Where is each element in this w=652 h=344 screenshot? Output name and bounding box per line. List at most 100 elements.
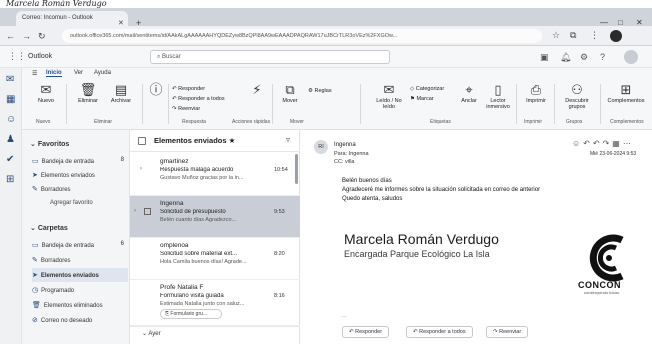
message-list: Elementos enviados ★ ▿ › gmartinez Respu…	[130, 130, 300, 344]
delete-button[interactable]: 🗑︎ Eliminar	[74, 82, 102, 104]
star-icon[interactable]: ☆	[552, 30, 560, 41]
bell-icon[interactable]: 🔔︎	[560, 52, 571, 63]
ribbon-menu-icon[interactable]: ☰	[32, 70, 37, 77]
browser-tabbar: Correo: Incomun - Outlook ✕ + — □ ✕	[0, 8, 652, 28]
quick-step-button[interactable]: ⚡	[248, 82, 266, 98]
filter-icon[interactable]: ▿	[286, 135, 290, 144]
chevron-right-icon[interactable]: ›	[134, 208, 136, 214]
select-all-checkbox[interactable]	[138, 137, 146, 145]
ribbon-separator	[516, 84, 517, 124]
reply-button[interactable]: ↶ Responder	[342, 326, 390, 338]
message-sender: omplenoa	[160, 242, 189, 249]
message-preview: Belén cuanto días Agradezco...	[160, 217, 237, 223]
group-print-label: Imprimir	[524, 119, 543, 125]
print-button[interactable]: ⎙ Imprimir	[522, 82, 550, 104]
new-mail-icon: ✉	[40, 82, 52, 97]
folder-item-drafts[interactable]: ✎ Borradores	[32, 253, 128, 267]
ribbon: ✉ Nuevo Nuevo 🗑︎ Eliminar ▤ Archivar Elimin…	[22, 80, 652, 130]
back-icon[interactable]: ←	[6, 31, 15, 41]
star-icon[interactable]: ★	[229, 136, 236, 145]
forward-button[interactable]: ↷ Reenviar	[486, 326, 529, 338]
sender-name[interactable]: Ingenna	[334, 142, 356, 148]
addins-button[interactable]: ⊞ Complementos	[606, 82, 646, 104]
tab-inicio[interactable]: Inicio	[46, 70, 62, 77]
help-icon[interactable]: ?	[600, 52, 605, 62]
chevron-right-icon[interactable]: ›	[140, 166, 142, 172]
group-new-label: Nuevo	[36, 119, 51, 125]
move-button[interactable]: ⧉ Mover	[278, 82, 302, 104]
folder-item-junk[interactable]: ⊘ Correo no deseado	[32, 313, 128, 327]
favorite-item-sent[interactable]: ➤ Elementos enviados	[32, 168, 128, 182]
menu-icon[interactable]: ⋮	[590, 30, 599, 41]
teams-icon[interactable]: ▣	[540, 52, 549, 63]
folders-header[interactable]: ⌄ Carpetas	[30, 224, 68, 232]
report-icon[interactable]: ⓘ	[148, 82, 164, 98]
people-icon[interactable]: ☺	[6, 114, 16, 125]
new-mail-button[interactable]: ✉ Nuevo	[32, 82, 60, 104]
todo-icon[interactable]: ✔	[6, 154, 14, 165]
read-unread-button[interactable]: ✉ Leído / No leído	[374, 82, 404, 110]
message-time: 9:53	[274, 209, 285, 215]
group-quick-label: Acciones rápidas	[232, 119, 271, 125]
emoji-icon[interactable]: ☺	[572, 139, 583, 148]
favorites-header[interactable]: ⌄ Favoritos	[30, 140, 69, 148]
group-delete-label: Eliminar	[94, 119, 113, 125]
forward-icon[interactable]: ↷	[603, 139, 613, 148]
folder-item-deleted[interactable]: 🗑︎ Elementos eliminados	[32, 298, 128, 312]
message-checkbox[interactable]	[144, 208, 151, 215]
reload-icon[interactable]: ↻	[38, 31, 46, 42]
list-item[interactable]: › Ingenna Solicitud de presupuesto 9:53 …	[130, 196, 300, 238]
user-avatar[interactable]	[624, 50, 638, 64]
folder-item-inbox[interactable]: ▭ Bandeja de entrada 6	[32, 238, 128, 252]
signature-role: Encargada Parque Ecológico La Isla	[344, 249, 490, 259]
categorize-button[interactable]: ◇ Categorizar	[410, 86, 444, 92]
forward-icon[interactable]: →	[22, 31, 31, 41]
app-launcher-icon[interactable]: ⋮⋮	[8, 51, 26, 62]
reading-pane: RI Ingenna Para: Ingenna CC: villa ☺↶↶↷▦…	[300, 130, 652, 344]
message-sender: Profe Natalia F	[160, 284, 204, 291]
grid-icon[interactable]: ▦	[612, 139, 623, 148]
inbox-icon: ▭	[32, 158, 39, 165]
forward-button[interactable]: ↷ Reenviar	[172, 106, 200, 112]
discover-groups-button[interactable]: ⚇ Descubrir grupos	[560, 82, 594, 110]
reply-all-button[interactable]: ↶ Responder a todos	[172, 96, 225, 102]
tab-ver[interactable]: Ver	[74, 70, 83, 76]
profile-avatar[interactable]	[610, 30, 622, 42]
group-header[interactable]: ⌄ Ayer	[130, 326, 300, 340]
reply-button[interactable]: ↶ Responder	[172, 86, 205, 92]
tab-ayuda[interactable]: Ayuda	[94, 70, 111, 76]
reply-icon[interactable]: ↶	[583, 139, 593, 148]
list-item[interactable]: › gmartinez Respuesta malaga acuerdo 10:…	[130, 154, 300, 196]
search-input[interactable]: ⌕ Buscar	[150, 50, 390, 64]
handwritten-caption: Marcela Román Verdugo	[6, 0, 107, 8]
browser-tab[interactable]: Correo: Incomun - Outlook	[16, 11, 128, 26]
reply-all-button[interactable]: ↶ Responder a todos	[406, 326, 473, 338]
url-field[interactable]: outlook.office365.com/mail/sentitems/id/…	[62, 29, 542, 43]
gear-icon[interactable]: ⚙	[580, 52, 588, 63]
attachment-chip[interactable]: ⎘ Formulario gru...	[160, 309, 222, 319]
logo-wordmark: CONCÓN	[578, 280, 621, 290]
quick-step-icon: ⚡	[252, 82, 262, 97]
favorite-item-drafts[interactable]: ✎ Borradores	[32, 182, 128, 196]
more-icon[interactable]: ⋯	[623, 139, 634, 148]
apps-icon[interactable]: ⊞	[6, 174, 14, 185]
show-more-ellipsis[interactable]: ...	[342, 313, 346, 319]
group-move-label: Mover	[290, 119, 304, 125]
pin-button[interactable]: ⌖ Anclar	[458, 82, 480, 104]
favorite-item-inbox[interactable]: ▭ Bandeja de entrada 8	[32, 154, 128, 168]
mail-icon[interactable]: ✉	[6, 74, 14, 85]
calendar-icon[interactable]: ▦	[6, 94, 15, 105]
reply-all-icon[interactable]: ↶	[593, 139, 603, 148]
flag-button[interactable]: ⚑ Marcar	[410, 96, 434, 102]
rules-button[interactable]: ⚙ Reglas	[308, 88, 332, 94]
archive-button[interactable]: ▤ Archivar	[106, 82, 136, 104]
folder-item-scheduled[interactable]: ◷ Programado	[32, 283, 128, 297]
list-item[interactable]: omplenoa Solicitud sobre material ext...…	[130, 238, 300, 280]
add-favorite-link[interactable]: Agregar favorito	[50, 200, 93, 206]
immersive-reader-button[interactable]: ▯ Lector inmersivo	[486, 82, 510, 110]
teams-app-icon[interactable]: ♟	[6, 134, 15, 145]
extensions-icon[interactable]: ⧉	[570, 30, 576, 41]
folder-item-sent[interactable]: ➤ Elementos enviados	[32, 268, 128, 282]
book-icon: ▯	[494, 82, 502, 97]
list-item[interactable]: Profe Natalia F Formulario visita guiada…	[130, 280, 300, 326]
